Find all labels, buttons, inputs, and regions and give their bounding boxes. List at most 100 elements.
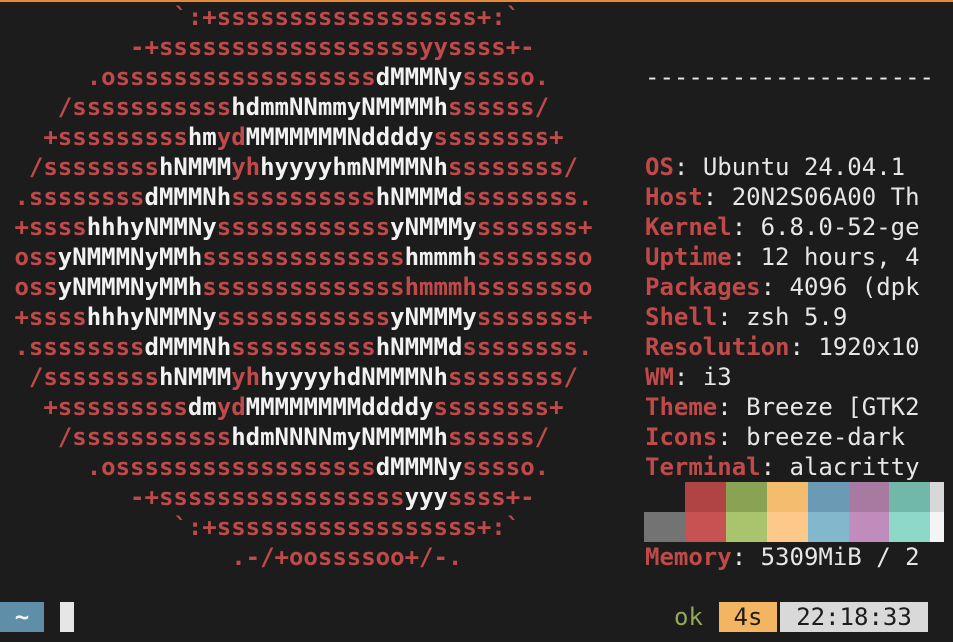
logo-segment: /ssssssss bbox=[0, 153, 159, 181]
info-separator-rule: -------------------- bbox=[645, 63, 934, 91]
logo-segment: -+ssssssssssssssssssyyssss+- bbox=[0, 33, 535, 61]
logo-segment: sssso. bbox=[462, 453, 550, 481]
info-field-value: alacritty bbox=[789, 453, 920, 481]
logo-segment: dMMMNy bbox=[375, 453, 463, 481]
logo-line: +sssshhhyNMMNyssssssssssssyNMMMysssssss+ bbox=[0, 212, 630, 242]
logo-segment: yh bbox=[231, 363, 261, 391]
logo-segment: yd bbox=[216, 393, 246, 421]
info-field-key: Packages bbox=[645, 273, 761, 301]
text-cursor[interactable] bbox=[60, 602, 74, 632]
logo-segment: ssssssssssss bbox=[216, 303, 391, 331]
info-field: Theme: Breeze [GTK2 bbox=[645, 392, 953, 422]
logo-segment: `:+ssssssssssssssssss+:` bbox=[0, 513, 521, 541]
logo-segment: sssso. bbox=[462, 63, 550, 91]
info-field-key: Shell bbox=[645, 303, 718, 331]
info-field-key: Icons bbox=[645, 423, 718, 451]
info-field-separator: : bbox=[702, 183, 732, 211]
info-field: Shell: zsh 5.9 bbox=[645, 302, 953, 332]
logo-segment: MMMMMMMNddddy bbox=[245, 123, 434, 151]
logo-line: -+sssssssssssssssssyyyssss+- bbox=[0, 482, 630, 512]
logo-segment: hdmmNNmmyNMMMMh bbox=[231, 93, 448, 121]
logo-segment: hhhyNMMNy bbox=[86, 303, 217, 331]
color-swatch bbox=[725, 482, 767, 512]
logo-segment: yNMMMy bbox=[390, 213, 477, 241]
color-swatch bbox=[725, 512, 767, 542]
palette-row-bright bbox=[644, 512, 944, 542]
logo-segment: oss bbox=[0, 273, 58, 301]
color-swatch bbox=[889, 482, 931, 512]
logo-segment: yNMMMy bbox=[390, 303, 477, 331]
logo-segment: yh bbox=[231, 153, 261, 181]
info-field: OS: Ubuntu 24.04.1 bbox=[645, 152, 953, 182]
logo-segment: ssssssss+ bbox=[433, 123, 564, 151]
logo-segment: dm bbox=[187, 393, 217, 421]
info-field: Resolution: 1920x10 bbox=[645, 332, 953, 362]
status-ok-indicator: ok bbox=[674, 603, 703, 631]
logo-segment: sssssss+ bbox=[476, 303, 593, 331]
info-field-key: Uptime bbox=[645, 243, 732, 271]
logo-line: .ossssssssssssssssssdMMMNysssso. bbox=[0, 62, 630, 92]
info-field-value: 1920x10 bbox=[818, 333, 920, 361]
color-swatch bbox=[930, 482, 944, 512]
terminal-window[interactable]: `:+ssssssssssssssssss+:` -+sssssssssssss… bbox=[0, 0, 953, 642]
logo-segment: sssssss+ bbox=[476, 213, 593, 241]
logo-segment: hyyyyhmNMMMNh bbox=[260, 153, 448, 181]
logo-line: .-/+oossssoo+/-. bbox=[0, 542, 630, 572]
info-field-separator: : bbox=[789, 333, 819, 361]
logo-segment: ssssss/ bbox=[447, 423, 550, 451]
logo-segment: dMMMNy bbox=[375, 63, 463, 91]
info-field-separator: : bbox=[760, 273, 790, 301]
info-field-value: Breeze [GTK2 bbox=[746, 393, 920, 421]
info-field-value: 12 hours, 4 bbox=[760, 243, 920, 271]
logo-segment: hyyyyhdNMMMNh bbox=[260, 363, 448, 391]
info-field: Packages: 4096 (dpk bbox=[645, 272, 953, 302]
color-swatch bbox=[848, 512, 890, 542]
info-field: Host: 20N2S06A00 Th bbox=[645, 182, 953, 212]
logo-segment: ssssssssss bbox=[231, 333, 376, 361]
logo-line: +sssssssssdmydMMMMMMMMddddyssssssss+ bbox=[0, 392, 630, 422]
logo-segment: +ssss bbox=[0, 303, 87, 331]
logo-segment: /sssssssssss bbox=[0, 93, 232, 121]
color-swatch bbox=[766, 512, 808, 542]
logo-segment: ssssssss/ bbox=[447, 363, 578, 391]
info-field-value: 4096 (dpk bbox=[789, 273, 920, 301]
color-swatch bbox=[889, 512, 931, 542]
command-duration-badge: 4s bbox=[719, 602, 777, 632]
logo-segment: .ssssssss bbox=[0, 333, 145, 361]
logo-line: .ssssssssdMMMNhsssssssssshNMMMdssssssss. bbox=[0, 332, 630, 362]
logo-segment: hNMMM bbox=[158, 363, 232, 391]
info-field-separator: : bbox=[717, 303, 747, 331]
info-field-key: Resolution bbox=[645, 333, 790, 361]
logo-segment: ssssssso bbox=[476, 243, 593, 271]
info-field-value: Ubuntu 24.04.1 bbox=[702, 153, 906, 181]
logo-line: +sssshhhyNMMNyssssssssssssyNMMMysssssss+ bbox=[0, 302, 630, 332]
logo-line: .ossssssssssssssssssdMMMNysssso. bbox=[0, 452, 630, 482]
prompt-directory-badge: ~ bbox=[0, 602, 44, 632]
logo-line: `:+ssssssssssssssssss+:` bbox=[0, 2, 630, 32]
logo-segment: ssss+- bbox=[447, 483, 535, 511]
logo-segment: ssssssss+ bbox=[433, 393, 564, 421]
logo-segment: hhhyNMMNy bbox=[86, 213, 217, 241]
logo-line: /ssssssssssshdmmNNmmyNMMMMhssssss/ bbox=[0, 92, 630, 122]
info-field-separator: : bbox=[760, 453, 790, 481]
logo-segment: ssssssssss bbox=[231, 183, 376, 211]
logo-segment: `:+ssssssssssssssssss+:` bbox=[0, 3, 521, 31]
logo-segment: dMMMNh bbox=[144, 183, 232, 211]
info-field-key: OS bbox=[645, 153, 674, 181]
info-field-key: Kernel bbox=[645, 213, 732, 241]
info-field-value: i3 bbox=[702, 363, 732, 391]
logo-segment: /ssssssss bbox=[0, 363, 159, 391]
info-field-separator: : bbox=[673, 363, 703, 391]
logo-segment: yNMMMNyMMh bbox=[57, 243, 203, 271]
color-swatch bbox=[807, 512, 849, 542]
logo-line: +ssssssssshmydMMMMMMMNddddyssssssss+ bbox=[0, 122, 630, 152]
info-field: Icons: breeze-dark bbox=[645, 422, 953, 452]
info-field-key: WM bbox=[645, 363, 674, 391]
logo-segment: .ossssssssssssssssss bbox=[0, 63, 376, 91]
logo-segment: ssssssssssssss bbox=[202, 243, 405, 271]
info-field-value: zsh 5.9 bbox=[746, 303, 848, 331]
logo-line: .ssssssssdMMMNhsssssssssshNMMMdssssssss. bbox=[0, 182, 630, 212]
logo-segment: .ssssssss bbox=[0, 183, 145, 211]
color-swatch bbox=[930, 512, 944, 542]
color-swatch bbox=[684, 512, 726, 542]
